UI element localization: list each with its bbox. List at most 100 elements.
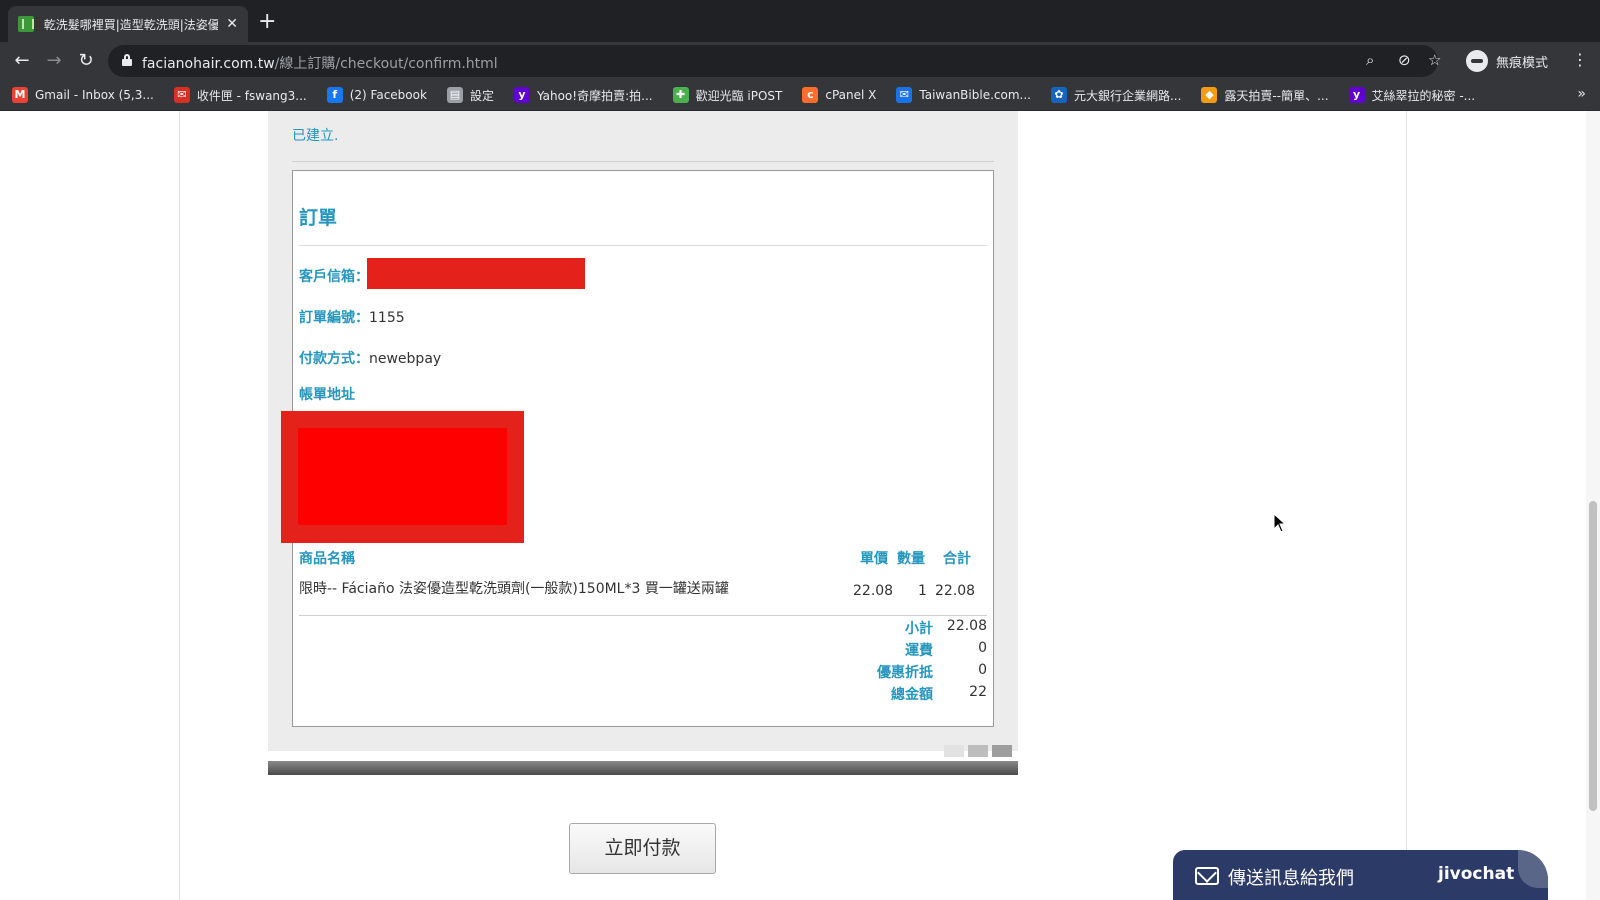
incognito-label: 無痕模式	[1496, 55, 1549, 71]
redacted-email-block	[367, 258, 585, 289]
subtotal-label: 小計	[905, 621, 933, 637]
tab-strip: 乾洗髮哪裡買|造型乾洗頭|法姿優 ✕ +	[0, 0, 1600, 42]
bookmark-label: 收件匣 - fswang3...	[196, 88, 307, 103]
chat-widget[interactable]: 傳送訊息給我們 jivochat	[1173, 850, 1548, 900]
yahoo-icon: y	[1348, 87, 1365, 103]
bookmark-label: 設定	[469, 88, 494, 103]
pager-dot[interactable]	[992, 745, 1012, 757]
bookmarks-bar: M Gmail - Inbox (5,3... ✉ 收件匣 - fswang3... f…	[0, 80, 1600, 111]
bookmark-label: TaiwanBible.com...	[919, 88, 1031, 102]
bookmark-label: Gmail - Inbox (5,3...	[35, 88, 154, 102]
redacted-address-inner	[298, 428, 507, 525]
page-viewport: 已建立. 訂單 客戶信箱： 訂單編號：1155 付款方式：newebpay 帳單…	[0, 111, 1600, 900]
bookmark-item[interactable]: y 艾絲翠拉的秘密 -...	[1348, 87, 1476, 104]
payment-method-value: newebpay	[369, 351, 442, 367]
zoom-icon[interactable]: ⌕	[1366, 51, 1374, 69]
mail-icon	[1195, 867, 1219, 885]
tab-close-icon[interactable]: ✕	[226, 16, 238, 32]
bookmark-item[interactable]: ▤ 設定	[446, 87, 494, 104]
grand-total-value: 22	[969, 684, 987, 700]
order-number-value: 1155	[369, 310, 405, 326]
col-header-total: 合計	[943, 551, 971, 567]
bookmark-label: 艾絲翠拉的秘密 -...	[1371, 88, 1476, 103]
order-title: 訂單	[299, 207, 338, 229]
grand-total-label: 總金額	[891, 687, 933, 703]
bookmark-item[interactable]: c cPanel X	[802, 87, 876, 103]
printer-icon: ▤	[446, 87, 463, 103]
shipping-label: 運費	[905, 643, 933, 659]
incognito-icon	[1466, 50, 1488, 72]
bookmark-item[interactable]: ✉ TaiwanBible.com...	[896, 87, 1031, 103]
taiwanbible-icon: ✉	[896, 87, 913, 103]
bookmark-item[interactable]: ◆ 露天拍賣--簡單、...	[1201, 87, 1329, 104]
bookmark-label: 元大銀行企業網路...	[1073, 88, 1182, 103]
url-text[interactable]: facianohair.com.tw/線上訂購/checkout/confirm…	[142, 53, 498, 73]
chat-brand-logo: jivochat	[1438, 864, 1515, 884]
col-header-qty: 數量	[897, 551, 925, 567]
browser-toolbar: ← → ↻ facianohair.com.tw/線上訂購/checkout/c…	[0, 42, 1600, 80]
tab-title: 乾洗髮哪裡買|造型乾洗頭|法姿優	[43, 17, 219, 32]
bookmark-item[interactable]: M Gmail - Inbox (5,3...	[12, 87, 154, 103]
bookmark-item[interactable]: ✉ 收件匣 - fswang3...	[173, 87, 307, 104]
item-qty: 1	[918, 583, 927, 599]
subtotal-value: 22.08	[946, 618, 987, 634]
eye-off-icon[interactable]: ⊘	[1398, 51, 1411, 69]
browser-tab[interactable]: 乾洗髮哪裡買|造型乾洗頭|法姿優 ✕	[8, 6, 248, 42]
redacted-address-block	[281, 411, 524, 543]
payment-method-field: 付款方式：newebpay	[299, 351, 442, 367]
bookmark-item[interactable]: y Yahoo!奇摩拍賣:拍...	[513, 87, 653, 104]
billing-address-label: 帳單地址	[299, 387, 355, 403]
divider	[292, 161, 994, 162]
address-bar[interactable]: facianohair.com.tw/線上訂購/checkout/confirm…	[108, 45, 1441, 77]
ipost-icon: ✚	[672, 87, 689, 103]
forward-icon[interactable]: →	[42, 49, 66, 73]
ruten-icon: ◆	[1201, 87, 1218, 103]
bookmark-label: 露天拍賣--簡單、...	[1224, 88, 1329, 103]
bookmark-item[interactable]: ✚ 歡迎光臨 iPOST	[672, 87, 783, 104]
pay-now-button[interactable]: 立即付款	[569, 823, 716, 874]
discount-label: 優惠折抵	[877, 665, 933, 681]
mail-icon: ✉	[173, 87, 190, 103]
divider	[299, 615, 987, 616]
bank-icon: ✿	[1050, 87, 1067, 103]
bookmark-label: Yahoo!奇摩拍賣:拍...	[536, 88, 653, 103]
mouse-cursor-icon	[1273, 513, 1287, 533]
yahoo-icon: y	[513, 87, 530, 103]
item-price: 22.08	[853, 583, 894, 599]
back-icon[interactable]: ←	[10, 49, 34, 73]
lock-icon	[122, 54, 132, 66]
item-name: 限時-- Fáciaño 法姿優造型乾洗頭劑(一般款)150ML*3 買一罐送兩…	[299, 581, 729, 597]
gmail-icon: M	[12, 87, 28, 103]
bookmark-item[interactable]: f (2) Facebook	[326, 87, 427, 103]
cpanel-icon: c	[802, 87, 819, 103]
order-number-field: 訂單編號：1155	[299, 310, 405, 326]
star-icon[interactable]: ☆	[1428, 51, 1441, 69]
bookmark-label: (2) Facebook	[349, 88, 427, 102]
new-tab-button[interactable]: +	[258, 10, 276, 34]
pager-dot[interactable]	[944, 745, 964, 757]
site-favicon-icon	[18, 16, 34, 32]
item-total: 22.08	[935, 583, 976, 599]
chat-label: 傳送訊息給我們	[1228, 868, 1354, 889]
facebook-icon: f	[326, 87, 343, 103]
reload-icon[interactable]: ↻	[74, 49, 98, 73]
scrollbar-thumb[interactable]	[1589, 501, 1597, 811]
order-status-text: 已建立.	[292, 128, 339, 144]
customer-email-field: 客戶信箱：	[299, 269, 369, 285]
bookmark-label: 歡迎光臨 iPOST	[695, 88, 783, 103]
discount-value: 0	[978, 662, 987, 678]
panel-pager	[944, 745, 1012, 757]
chat-avatar-corner	[1518, 850, 1548, 888]
page-scrollbar[interactable]	[1586, 111, 1600, 900]
pager-dot[interactable]	[968, 745, 988, 757]
col-header-price: 單價	[860, 551, 888, 567]
col-header-product: 商品名稱	[299, 551, 355, 567]
bookmark-item[interactable]: ✿ 元大銀行企業網路...	[1050, 87, 1182, 104]
panel-footer-bar	[268, 761, 1018, 775]
incognito-profile[interactable]: 無痕模式	[1466, 48, 1548, 74]
bookmarks-overflow-icon[interactable]: »	[1577, 86, 1586, 102]
more-menu-icon[interactable]: ⋮	[1572, 50, 1588, 69]
bookmark-label: cPanel X	[825, 88, 877, 102]
shipping-value: 0	[978, 640, 987, 656]
divider	[299, 245, 987, 246]
